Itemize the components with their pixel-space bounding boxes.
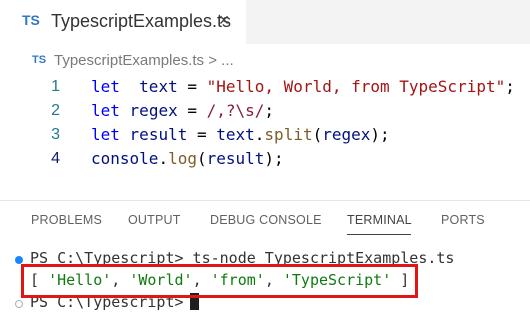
code-token: result bbox=[206, 149, 265, 168]
line-number: 1 bbox=[51, 78, 60, 95]
code-token: = bbox=[177, 77, 207, 96]
command-status-dot-icon[interactable] bbox=[15, 256, 23, 264]
editor-tab-typescriptexamples[interactable]: TS TypescriptExamples.ts × bbox=[0, 0, 246, 44]
code-text: let text = "Hello, World, from TypeScrip… bbox=[91, 75, 515, 99]
code-token: . bbox=[254, 125, 265, 144]
breadcrumb-separator: > bbox=[204, 52, 222, 69]
code-editor[interactable]: 1 let text = "Hello, World, from TypeScri… bbox=[0, 72, 530, 182]
code-token: let bbox=[91, 77, 120, 96]
typescript-file-icon: TS bbox=[22, 12, 40, 28]
breadcrumb-file-label: TypescriptExamples.ts bbox=[54, 52, 205, 69]
tab-ports[interactable]: PORTS bbox=[441, 213, 485, 227]
line-number: 2 bbox=[51, 102, 60, 119]
tab-terminal[interactable]: TERMINAL bbox=[347, 213, 412, 227]
tab-problems[interactable]: PROBLEMS bbox=[31, 213, 102, 227]
breadcrumb: TS TypescriptExamples.ts > ... bbox=[0, 44, 530, 72]
code-token: text bbox=[139, 77, 178, 96]
code-token: ); bbox=[264, 149, 284, 168]
code-token: "Hello, World, from TypeScript" bbox=[206, 77, 506, 96]
code-token: ; bbox=[505, 77, 515, 96]
breadcrumb-item-file[interactable]: TypescriptExamples.ts > ... bbox=[54, 52, 234, 69]
code-token: = bbox=[177, 101, 207, 120]
close-icon[interactable]: × bbox=[213, 9, 235, 31]
tab-output[interactable]: OUTPUT bbox=[128, 213, 181, 227]
active-tab-indicator bbox=[347, 234, 411, 235]
line-number: 3 bbox=[51, 126, 60, 143]
code-line[interactable]: 4 console.log(result); bbox=[0, 147, 530, 171]
panel-tab-bar: PROBLEMS OUTPUT DEBUG CONSOLE TERMINAL P… bbox=[0, 201, 530, 237]
breadcrumb-ellipsis[interactable]: ... bbox=[221, 52, 234, 69]
editor-tab-bar: TS TypescriptExamples.ts × bbox=[0, 0, 530, 44]
output-highlight-box bbox=[21, 264, 418, 298]
code-line[interactable]: 2 let regex = /,?\s/; bbox=[0, 99, 530, 123]
code-token: let bbox=[91, 125, 120, 144]
code-token: ( bbox=[196, 149, 207, 168]
code-token: = bbox=[187, 125, 217, 144]
code-token: ); bbox=[370, 125, 390, 144]
code-token: console bbox=[91, 149, 159, 168]
line-number: 4 bbox=[51, 150, 60, 167]
code-token: result bbox=[129, 125, 188, 144]
code-token: . bbox=[158, 149, 169, 168]
code-token: let bbox=[91, 101, 120, 120]
code-token: /,?\s/ bbox=[206, 101, 265, 120]
code-token: split bbox=[264, 125, 313, 144]
tab-debug-console[interactable]: DEBUG CONSOLE bbox=[210, 213, 322, 227]
code-text: let regex = /,?\s/; bbox=[91, 99, 274, 123]
code-text: let result = text.split(regex); bbox=[91, 123, 390, 147]
code-token: text bbox=[216, 125, 255, 144]
code-text: console.log(result); bbox=[91, 147, 284, 171]
code-token: regex bbox=[322, 125, 371, 144]
code-token: regex bbox=[129, 101, 178, 120]
code-line[interactable]: 3 let result = text.split(regex); bbox=[0, 123, 530, 147]
code-token: ; bbox=[264, 101, 275, 120]
code-token: ( bbox=[312, 125, 323, 144]
tab-title: TypescriptExamples.ts bbox=[51, 11, 232, 31]
typescript-file-icon: TS bbox=[32, 54, 47, 66]
code-line[interactable]: 1 let text = "Hello, World, from TypeScri… bbox=[0, 75, 530, 99]
command-status-empty-dot-icon[interactable] bbox=[15, 300, 23, 308]
code-token: log bbox=[168, 149, 197, 168]
